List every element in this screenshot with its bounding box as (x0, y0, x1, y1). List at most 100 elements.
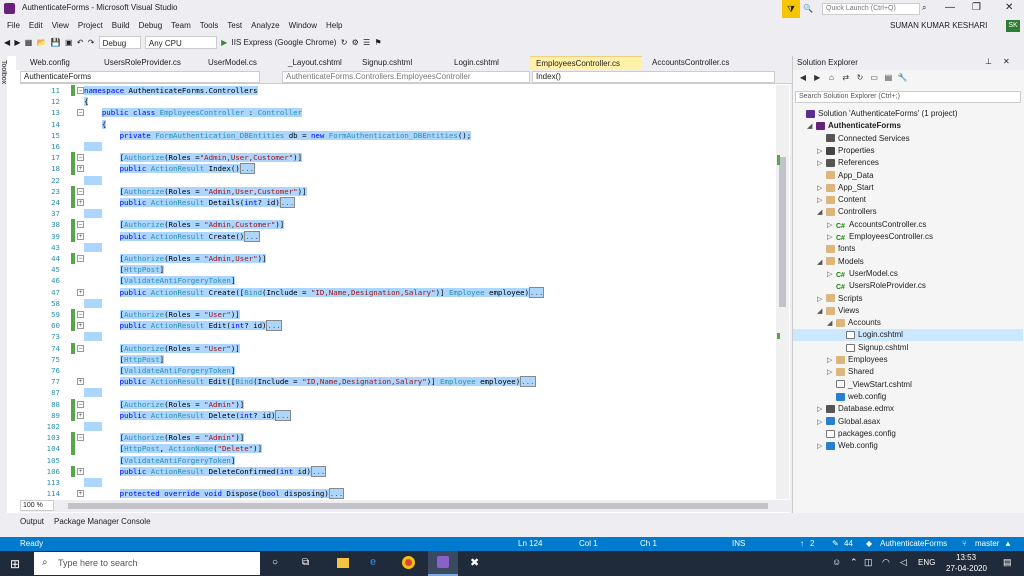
branch-icon[interactable]: ⑂ (962, 537, 967, 551)
code-text[interactable]: public ActionResult DeleteConfirmed(int … (84, 465, 327, 477)
bottom-tab-output[interactable]: Output (20, 517, 44, 526)
tree-item[interactable]: ▷ C# AccountsController.cs (793, 219, 926, 231)
tree-item[interactable]: ▷ Properties (793, 145, 874, 157)
code-line[interactable]: 38 − [Authorize(Roles = "Admin,Customer")… (20, 219, 776, 231)
tab-accountscontroller-cs[interactable]: AccountsController.cs (646, 56, 736, 70)
outline-toggle-icon[interactable]: + (77, 165, 84, 173)
tab-usermodel-cs[interactable]: UserModel.cs (202, 56, 278, 70)
menu-window[interactable]: Window (289, 18, 317, 34)
tree-item[interactable]: ▷ Scripts (793, 293, 862, 305)
outline-toggle-icon[interactable]: − (77, 109, 84, 117)
browser-link-icon[interactable]: ⚙ (352, 36, 359, 49)
code-line[interactable]: 106 + public ActionResult DeleteConfirmed… (20, 465, 776, 477)
code-text[interactable]: public ActionResult Edit([Bind(Include =… (84, 376, 536, 388)
code-text[interactable]: private FormAuthentication_DBEntities db… (84, 130, 472, 141)
tree-item[interactable]: ▷ App_Start (793, 182, 874, 194)
code-text[interactable]: [ValidateAntiForgeryToken] (84, 275, 236, 286)
menu-tools[interactable]: Tools (200, 18, 219, 34)
minimize-button[interactable]: — (945, 2, 955, 13)
code-text[interactable] (84, 331, 102, 342)
code-line[interactable]: 14 { (20, 119, 776, 130)
tab-signup-cshtml[interactable]: Signup.cshtml (356, 56, 444, 70)
code-text[interactable]: public ActionResult Details(int? id)... (84, 197, 296, 208)
code-text[interactable]: [HttpPost] (84, 354, 165, 365)
code-text[interactable]: [ValidateAntiForgeryToken] (84, 365, 236, 376)
clock-date[interactable]: 27-04-2020 (946, 564, 987, 573)
close-button[interactable]: ✕ (1005, 2, 1013, 13)
outline-toggle-icon[interactable]: − (77, 154, 84, 162)
pin-icon[interactable]: ⊥ (985, 57, 992, 66)
quick-launch-input[interactable]: Quick Launch (Ctrl+Q) (822, 3, 920, 15)
code-text[interactable]: public ActionResult Create()... (84, 230, 260, 242)
code-line[interactable]: 105 [ValidateAntiForgeryToken] (20, 455, 776, 466)
forward-icon[interactable]: ▶ (811, 72, 823, 84)
tree-item[interactable]: Connected Services (793, 133, 910, 145)
restore-button[interactable]: ❐ (972, 2, 981, 13)
home-icon[interactable]: ⌂ (825, 72, 837, 84)
expand-arrow-icon[interactable]: ◢ (827, 318, 836, 330)
code-text[interactable]: { (84, 119, 107, 130)
code-line[interactable]: 114 + protected override void Dispose(boo… (20, 488, 776, 499)
tree-item[interactable]: ▷ Web.config (793, 440, 878, 452)
menu-team[interactable]: Team (171, 18, 191, 34)
code-text[interactable]: [Authorize(Roles = "User")] (84, 309, 240, 320)
notifications-icon[interactable]: ▤ (1003, 557, 1012, 568)
outline-toggle-icon[interactable]: + (77, 490, 84, 498)
expand-arrow-icon[interactable]: ▷ (817, 404, 826, 416)
tab--layout-cshtml[interactable]: _Layout.cshtml (282, 56, 352, 70)
outline-toggle-icon[interactable]: + (77, 378, 84, 386)
expand-arrow-icon[interactable]: ▷ (817, 195, 826, 207)
code-text[interactable] (84, 387, 102, 398)
outline-toggle-icon[interactable]: + (77, 232, 84, 240)
outline-toggle-icon[interactable]: − (77, 221, 84, 229)
menu-analyze[interactable]: Analyze (251, 18, 279, 34)
code-text[interactable]: public ActionResult Create([Bind(Include… (84, 286, 545, 298)
expand-arrow-icon[interactable]: ▷ (827, 367, 836, 379)
outline-toggle-icon[interactable]: − (77, 311, 84, 318)
tree-item[interactable]: packages.config (793, 428, 896, 440)
code-line[interactable]: 73 (20, 331, 776, 342)
tree-item[interactable]: fonts (793, 243, 855, 255)
forward-icon[interactable]: ▶ (14, 36, 20, 49)
code-line[interactable]: 77 + public ActionResult Edit([Bind(Inclu… (20, 376, 776, 388)
refresh-icon[interactable]: ↻ (854, 72, 866, 84)
menu-file[interactable]: File (7, 18, 20, 34)
code-line[interactable]: 74 − [Authorize(Roles = "User")] (20, 342, 776, 354)
branch-name[interactable]: master (975, 537, 999, 551)
file-explorer-icon[interactable] (337, 558, 349, 568)
code-line[interactable]: 59 − [Authorize(Roles = "User")] (20, 309, 776, 321)
volume-icon[interactable]: ◁ (900, 557, 907, 568)
expand-arrow-icon[interactable]: ◢ (817, 207, 826, 219)
tree-item[interactable]: ▷ Database.edmx (793, 403, 894, 415)
class-dropdown[interactable]: AuthenticateForms.Controllers.EmployeesC… (282, 71, 530, 83)
code-text[interactable]: [HttpPost] (84, 264, 165, 275)
properties-icon[interactable]: 🔧 (897, 72, 909, 84)
zoom-level[interactable]: 100 % (20, 500, 54, 511)
solution-search-input[interactable]: Search Solution Explorer (Ctrl+;) (795, 91, 1021, 103)
notification-filter-icon[interactable]: ⧩ (782, 0, 800, 18)
code-line[interactable]: 102 (20, 421, 776, 432)
comment-icon[interactable]: ☰ (363, 36, 370, 49)
member-dropdown[interactable]: Index() (532, 71, 775, 83)
tree-item[interactable]: Signup.cshtml (793, 342, 908, 354)
code-line[interactable]: 13 − public class EmployeesController : C… (20, 107, 776, 118)
outline-toggle-icon[interactable]: + (77, 322, 84, 330)
tree-item[interactable]: ▷ Global.asax (793, 416, 880, 428)
tree-item[interactable]: ◢ Models (793, 256, 864, 268)
show-all-files-icon[interactable]: ▤ (882, 72, 894, 84)
tab-web-config[interactable]: Web.config (24, 56, 92, 70)
code-text[interactable]: [Authorize(Roles = "Admin,User")] (84, 253, 267, 264)
code-text[interactable]: [Authorize(Roles = "Admin,Customer")] (84, 219, 285, 230)
code-line[interactable]: 88 − [Authorize(Roles = "Admin")] (20, 398, 776, 410)
code-line[interactable]: 15 private FormAuthentication_DBEntities… (20, 130, 776, 141)
people-icon[interactable]: ☺ (832, 557, 841, 567)
back-icon[interactable]: ◀ (4, 36, 10, 49)
edge-icon[interactable]: e (370, 556, 376, 568)
tray-chevron-icon[interactable]: ⌃ (850, 557, 858, 568)
code-line[interactable]: 89 + public ActionResult Delete(int? id).… (20, 409, 776, 421)
tree-item[interactable]: ▷ C# EmployeesController.cs (793, 231, 933, 243)
tree-item[interactable]: ◢ Controllers (793, 206, 877, 218)
code-text[interactable]: [ValidateAntiForgeryToken] (84, 455, 236, 466)
repo-name[interactable]: AuthenticateForms (880, 537, 947, 551)
repo-icon[interactable]: ◆ (866, 537, 872, 551)
